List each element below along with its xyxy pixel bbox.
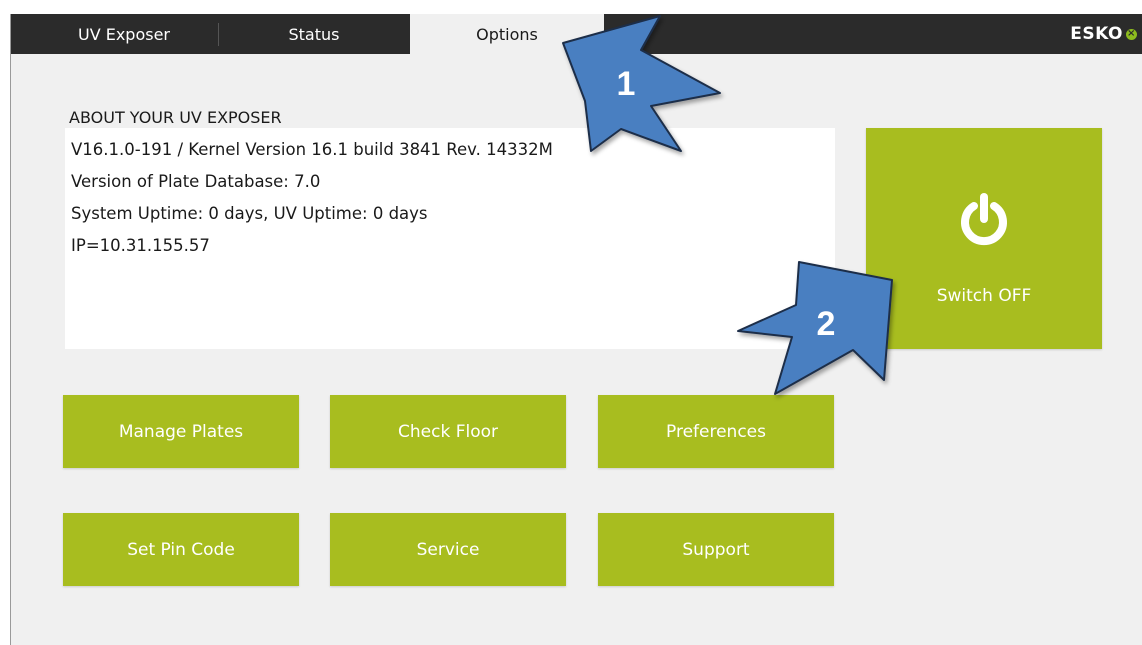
top-tab-bar: UV Exposer Status Options ESKO × [11, 14, 1142, 54]
app-window: UV Exposer Status Options ESKO × ABOUT Y… [10, 14, 1142, 645]
tab-label: Status [288, 24, 340, 44]
check-floor-button[interactable]: Check Floor [330, 395, 566, 468]
tab-status[interactable]: Status [219, 14, 409, 54]
tab-options[interactable]: Options [410, 14, 604, 54]
service-button[interactable]: Service [330, 513, 566, 586]
version-line: V16.1.0-191 / Kernel Version 16.1 build … [71, 140, 553, 159]
esko-logo: ESKO × [1070, 14, 1137, 54]
set-pin-code-button[interactable]: Set Pin Code [63, 513, 299, 586]
manage-plates-button[interactable]: Manage Plates [63, 395, 299, 468]
about-section-title: ABOUT YOUR UV EXPOSER [69, 108, 282, 127]
preferences-button[interactable]: Preferences [598, 395, 834, 468]
power-icon [961, 193, 1007, 246]
switch-off-button[interactable]: Switch OFF [866, 128, 1102, 349]
tab-label: Options [476, 24, 538, 44]
brand-name: ESKO [1070, 24, 1123, 44]
uptime-line: System Uptime: 0 days, UV Uptime: 0 days [71, 204, 428, 223]
switch-off-label: Switch OFF [936, 286, 1032, 306]
tab-uv-exposer[interactable]: UV Exposer [29, 14, 219, 54]
tab-label: UV Exposer [77, 24, 171, 44]
support-button[interactable]: Support [598, 513, 834, 586]
ip-line: IP=10.31.155.57 [71, 236, 210, 255]
plate-database-line: Version of Plate Database: 7.0 [71, 172, 321, 191]
brand-mark-icon: × [1126, 28, 1137, 40]
about-info-panel: V16.1.0-191 / Kernel Version 16.1 build … [65, 128, 835, 349]
